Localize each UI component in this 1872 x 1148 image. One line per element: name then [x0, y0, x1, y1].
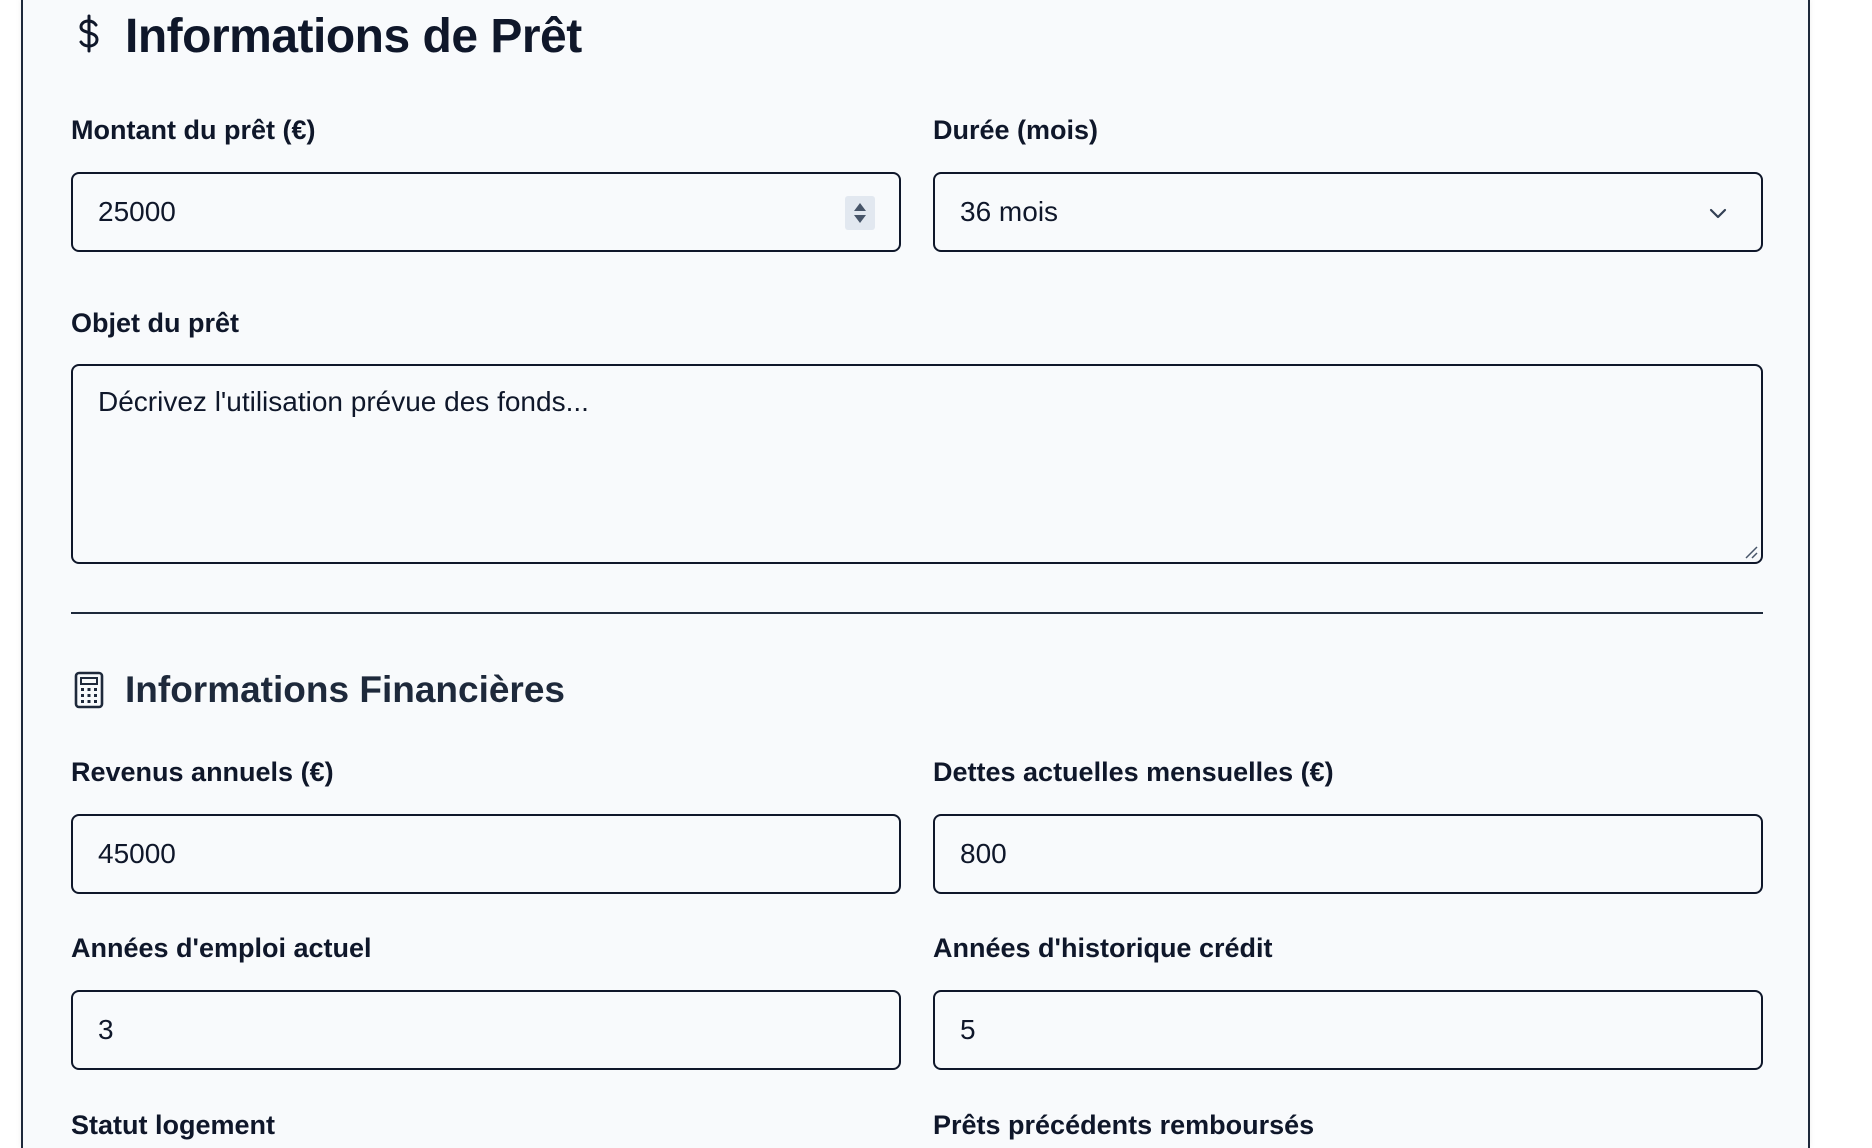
- credit-history-label: Années d'historique crédit: [933, 933, 1273, 963]
- annual-income-label: Revenus annuels (€): [71, 757, 334, 787]
- number-stepper[interactable]: [845, 196, 875, 230]
- loan-amount-input[interactable]: 25000: [71, 172, 901, 252]
- loan-purpose-placeholder: Décrivez l'utilisation prévue des fonds.…: [98, 386, 589, 417]
- previous-loans-label: Prêts précédents remboursés: [933, 1110, 1315, 1140]
- section-divider: [71, 612, 1763, 614]
- employment-years-input[interactable]: 3: [71, 990, 901, 1070]
- loan-amount-value: 25000: [98, 196, 176, 227]
- dollar-icon: [71, 14, 107, 54]
- chevron-down-icon: [1709, 208, 1727, 219]
- loan-amount-label: Montant du prêt (€): [71, 115, 316, 145]
- annual-income-value: 45000: [98, 838, 176, 869]
- housing-status-label: Statut logement: [71, 1110, 276, 1140]
- monthly-debts-value: 800: [960, 838, 1007, 869]
- employment-years-value: 3: [98, 1014, 114, 1045]
- credit-history-input[interactable]: 5: [933, 990, 1763, 1070]
- loan-purpose-textarea[interactable]: Décrivez l'utilisation prévue des fonds.…: [71, 364, 1763, 564]
- stepper-up-icon[interactable]: [854, 203, 866, 211]
- annual-income-input[interactable]: 45000: [71, 814, 901, 894]
- calculator-icon: [71, 671, 107, 709]
- credit-history-value: 5: [960, 1014, 976, 1045]
- resize-handle-icon[interactable]: [1742, 543, 1758, 559]
- financial-section-title-text: Informations Financières: [125, 669, 565, 710]
- monthly-debts-label: Dettes actuelles mensuelles (€): [933, 757, 1334, 787]
- loan-section-title: Informations de Prêt: [71, 8, 582, 64]
- employment-years-label: Années d'emploi actuel: [71, 933, 372, 963]
- loan-section-title-text: Informations de Prêt: [125, 9, 582, 63]
- loan-purpose-label: Objet du prêt: [71, 308, 239, 338]
- monthly-debts-input[interactable]: 800: [933, 814, 1763, 894]
- loan-duration-label: Durée (mois): [933, 115, 1099, 145]
- financial-section-title: Informations Financières: [71, 664, 565, 716]
- loan-duration-value: 36 mois: [960, 196, 1059, 227]
- stepper-down-icon[interactable]: [854, 215, 866, 223]
- loan-duration-select[interactable]: 36 mois: [933, 172, 1763, 252]
